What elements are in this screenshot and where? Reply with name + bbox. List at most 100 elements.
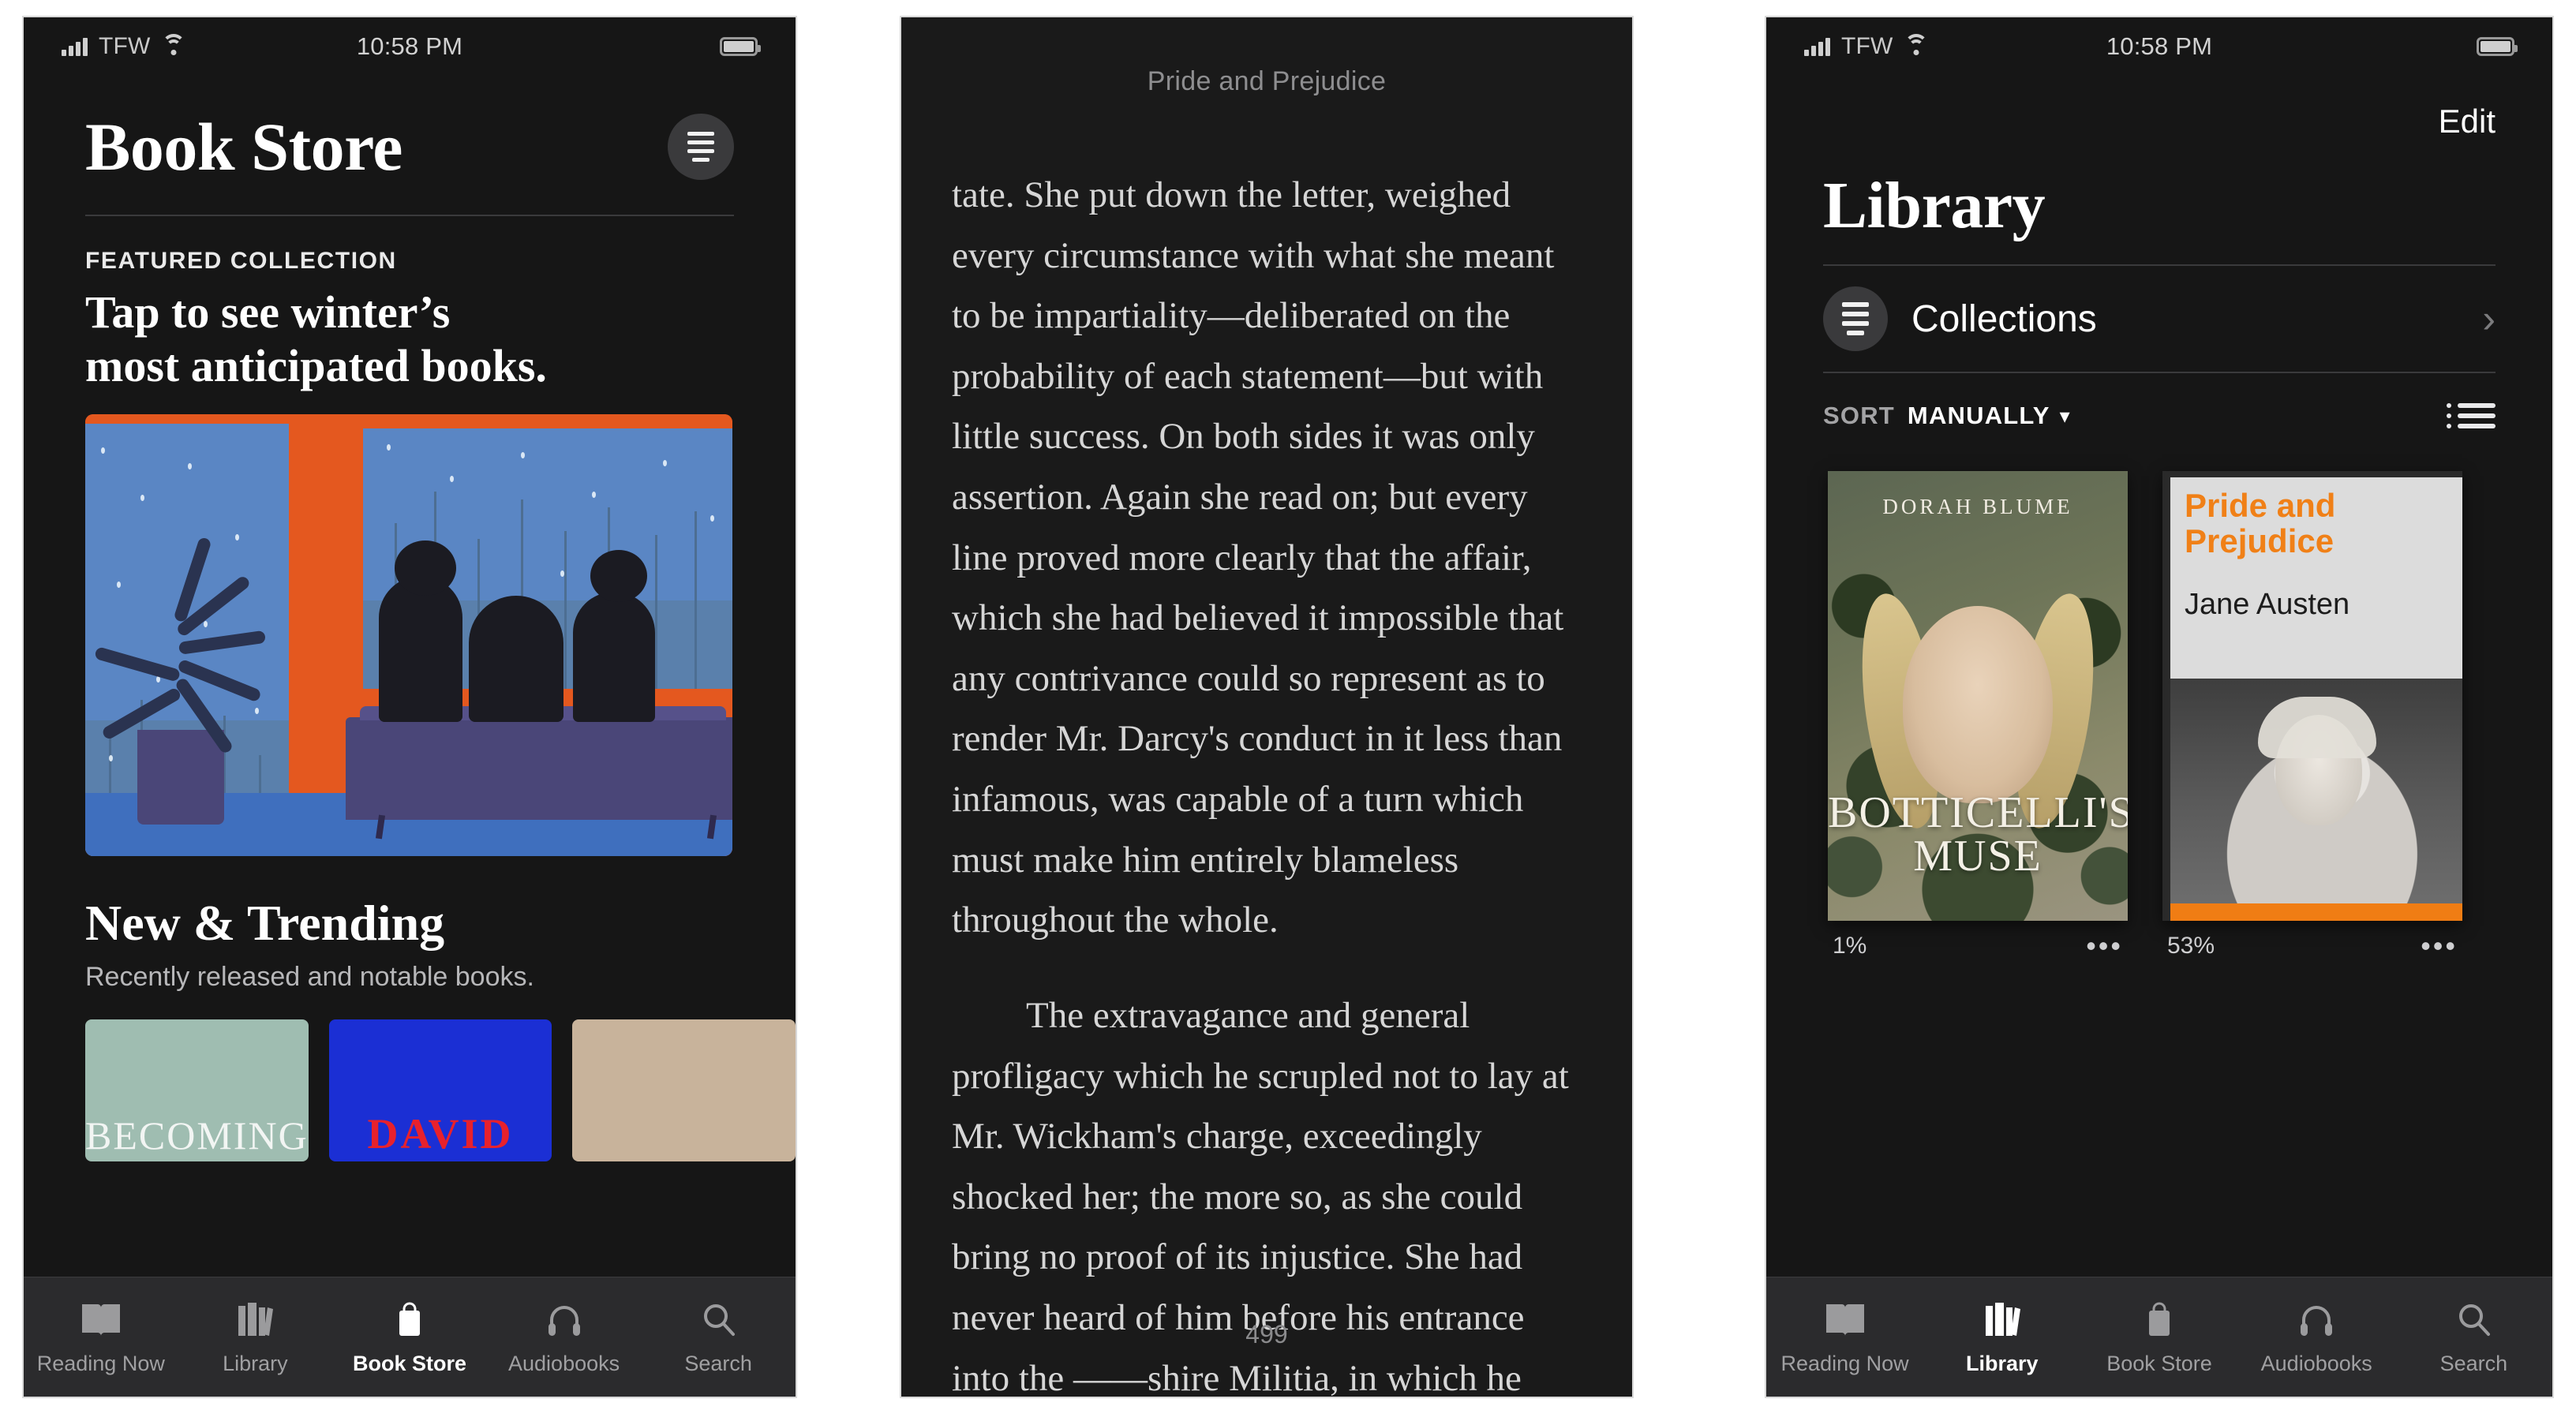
book-cover-author: Jane Austen	[2185, 588, 2350, 621]
book-cover-botticellis-muse[interactable]: DORAH BLUME BOTTICELLI'S MUSE	[1828, 471, 2128, 921]
tab-label: Search	[684, 1352, 752, 1375]
bookshelf-icon	[1979, 1298, 2025, 1342]
featured-headline: Tap to see winter’s most anticipated boo…	[85, 286, 547, 392]
library-book-grid: DORAH BLUME BOTTICELLI'S MUSE 1% ••• Pri…	[1766, 430, 2552, 960]
status-bar-left: TFW	[1804, 33, 1928, 60]
sort-row: SORT MANUALLY ▾	[1766, 373, 2552, 430]
chevron-right-icon: ›	[2482, 297, 2496, 341]
featured-carousel[interactable]: FEATURED COLLECTION Tap to see winter’s …	[24, 248, 796, 856]
tab-label: Reading Now	[1780, 1352, 1909, 1375]
tab-label: Reading Now	[36, 1352, 165, 1375]
book-cover-becoming[interactable]: BECOMING	[85, 1019, 309, 1161]
battery-icon	[720, 37, 761, 56]
sort-static-label: SORT	[1823, 402, 1895, 429]
chevron-down-icon[interactable]: ▾	[2060, 404, 2070, 428]
phone-screen-book-store: TFW 10:58 PM Book Store FEATURED COLLECT…	[22, 16, 797, 1398]
magnifier-icon	[2451, 1298, 2496, 1342]
status-bar-right	[2477, 37, 2518, 56]
book-meta: 1% •••	[1828, 921, 2128, 960]
tab-reading-now[interactable]: Reading Now	[1766, 1298, 1923, 1376]
reader-paragraph: tate. She put down the letter, weighed e…	[952, 174, 1564, 941]
new-trending-section: New & Trending Recently released and not…	[24, 856, 796, 993]
bookshelf-icon	[232, 1298, 278, 1342]
book-cover-title: BOTTICELLI'S MUSE	[1828, 788, 2128, 881]
account-list-icon[interactable]	[668, 114, 734, 180]
collections-row[interactable]: Collections ›	[1766, 266, 2552, 372]
cellular-bars-icon	[1804, 37, 1830, 56]
reader-view[interactable]: Pride and Prejudice tate. She put down t…	[901, 17, 1632, 1397]
cover-accent-bar	[2170, 903, 2462, 921]
book-cover-third[interactable]	[572, 1019, 796, 1161]
book-cover-title: BECOMING	[85, 1113, 309, 1158]
cellular-bars-icon	[62, 37, 88, 56]
book-store-content: Book Store FEATURED COLLECTION Tap to se…	[24, 76, 796, 1338]
tab-bar[interactable]: Reading Now Library Book Store Audiobook…	[24, 1277, 796, 1397]
wifi-icon	[161, 34, 185, 56]
book-cover-title: Pride and Prejudice	[2185, 487, 2336, 559]
more-ellipsis-icon[interactable]: •••	[2086, 932, 2123, 960]
tab-book-store[interactable]: Book Store	[2080, 1298, 2237, 1376]
status-bar-right	[720, 37, 761, 56]
more-ellipsis-icon[interactable]: •••	[2421, 932, 2458, 960]
tab-label: Audiobooks	[2260, 1352, 2372, 1375]
headphones-icon	[541, 1298, 587, 1342]
shopping-bag-icon	[2136, 1298, 2182, 1342]
tab-label: Book Store	[352, 1352, 466, 1375]
page-title: Library	[1823, 169, 2046, 242]
book-cover-pride-and-prejudice[interactable]: Pride and Prejudice Jane Austen	[2162, 471, 2462, 921]
reading-progress: 53%	[2167, 933, 2215, 959]
battery-icon	[2477, 37, 2518, 56]
carrier-label: TFW	[1841, 33, 1893, 59]
tab-library[interactable]: Library	[1923, 1298, 2080, 1376]
tab-label: Audiobooks	[508, 1352, 620, 1375]
page-title: Book Store	[85, 109, 402, 185]
library-book-item[interactable]: DORAH BLUME BOTTICELLI'S MUSE 1% •••	[1828, 471, 2128, 960]
carrier-label: TFW	[99, 33, 151, 59]
book-store-header: Book Store	[24, 76, 796, 186]
list-view-icon[interactable]	[2447, 403, 2496, 428]
book-cover-david[interactable]: DAVID	[328, 1019, 552, 1161]
featured-collection-card[interactable]: FEATURED COLLECTION Tap to see winter’s …	[85, 248, 788, 856]
tab-label: Book Store	[2106, 1352, 2212, 1375]
winter-window-illustration[interactable]	[85, 413, 732, 856]
tab-book-store[interactable]: Book Store	[332, 1298, 487, 1376]
magnifier-icon	[695, 1298, 741, 1342]
status-bar: TFW 10:58 PM	[1766, 17, 2552, 76]
library-toolbar: Edit	[1766, 76, 2552, 140]
reading-progress: 1%	[1833, 933, 1867, 959]
wifi-icon	[1904, 34, 1928, 56]
book-meta: 53% •••	[2162, 921, 2462, 960]
book-cover-title: DAVID	[367, 1109, 514, 1158]
screenshot-stage: TFW 10:58 PM Book Store FEATURED COLLECT…	[0, 0, 2576, 1410]
collections-list-icon	[1823, 286, 1888, 351]
headphones-icon	[2293, 1298, 2339, 1342]
sort-value-button[interactable]: MANUALLY	[1908, 402, 2050, 430]
tab-label: Library	[1966, 1352, 2039, 1375]
phone-screen-reader: Pride and Prejudice tate. She put down t…	[900, 16, 1634, 1398]
tab-bar[interactable]: Reading Now Library Book Store Audiobook…	[1766, 1277, 2552, 1397]
tab-search[interactable]: Search	[2395, 1298, 2552, 1376]
tab-label: Search	[2439, 1352, 2508, 1375]
tab-search[interactable]: Search	[641, 1298, 796, 1376]
section-title: New & Trending	[85, 894, 445, 951]
reader-body-text: tate. She put down the letter, weighed e…	[952, 165, 1582, 1397]
tab-audiobooks[interactable]: Audiobooks	[487, 1298, 642, 1376]
tab-audiobooks[interactable]: Audiobooks	[2238, 1298, 2395, 1376]
phone-screen-library: TFW 10:58 PM Edit Library Collections › …	[1765, 16, 2554, 1398]
reader-page-number: 499	[1245, 1320, 1288, 1348]
status-bar: TFW 10:58 PM	[24, 17, 796, 76]
section-subtitle: Recently released and notable books.	[85, 961, 534, 992]
tab-reading-now[interactable]: Reading Now	[24, 1298, 178, 1376]
tab-library[interactable]: Library	[178, 1298, 333, 1376]
open-book-icon	[1822, 1298, 1868, 1342]
edit-button[interactable]: Edit	[2439, 103, 2496, 140]
new-trending-shelf[interactable]: BECOMING DAVID	[24, 993, 796, 1161]
library-book-item[interactable]: Pride and Prejudice Jane Austen 53% •••	[2162, 471, 2462, 960]
open-book-icon	[78, 1298, 124, 1342]
featured-eyebrow: FEATURED COLLECTION	[85, 248, 397, 274]
reader-book-title: Pride and Prejudice	[1147, 66, 1387, 96]
status-bar-left: TFW	[62, 33, 185, 60]
tab-label: Library	[223, 1352, 288, 1375]
collections-label: Collections	[1911, 297, 2097, 340]
shopping-bag-icon	[387, 1298, 432, 1342]
